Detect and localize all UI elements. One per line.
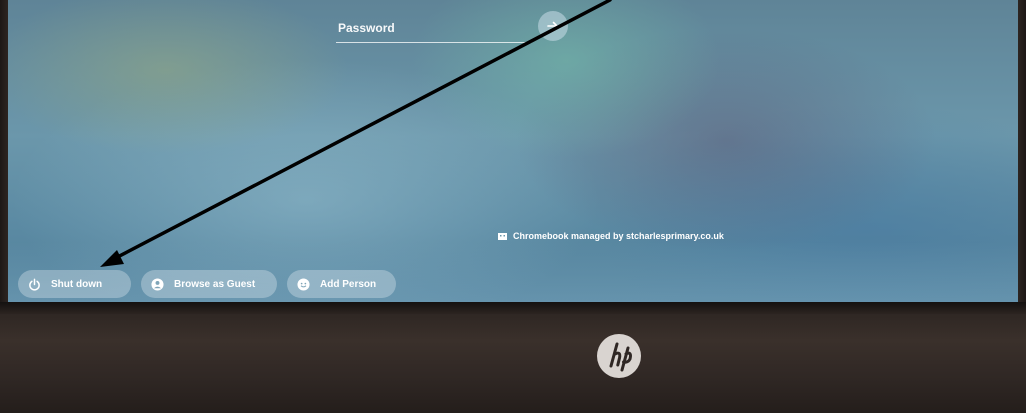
- password-input[interactable]: [336, 18, 528, 38]
- managed-device-notice: Chromebook managed by stcharlesprimary.c…: [498, 229, 724, 243]
- add-person-icon: [297, 277, 310, 291]
- photo-of-laptop-screen: Chromebook managed by stcharlesprimary.c…: [0, 0, 1026, 413]
- hp-logo-icon: [597, 334, 641, 378]
- browse-as-guest-button[interactable]: Browse as Guest: [141, 270, 277, 298]
- add-person-label: Add Person: [320, 278, 377, 290]
- bezel-top-edge: [0, 302, 1026, 314]
- submit-password-button[interactable]: [538, 11, 568, 41]
- power-icon: [29, 278, 40, 291]
- login-shelf: Shut down Browse as Guest Add Person: [18, 269, 396, 299]
- building-icon: [498, 233, 507, 240]
- browse-as-guest-label: Browse as Guest: [174, 278, 256, 290]
- bezel-left-edge: [0, 0, 8, 302]
- shut-down-button[interactable]: Shut down: [18, 270, 131, 298]
- password-field-container: [336, 10, 532, 43]
- laptop-bezel: [0, 302, 1026, 413]
- managed-notice-text: Chromebook managed by stcharlesprimary.c…: [513, 231, 724, 241]
- add-person-button[interactable]: Add Person: [287, 270, 396, 298]
- bezel-right-edge: [1018, 0, 1026, 302]
- chromeos-login-screen: Chromebook managed by stcharlesprimary.c…: [6, 0, 1020, 302]
- shut-down-label: Shut down: [51, 278, 103, 290]
- guest-person-icon: [151, 277, 164, 291]
- arrow-right-icon: [547, 21, 558, 31]
